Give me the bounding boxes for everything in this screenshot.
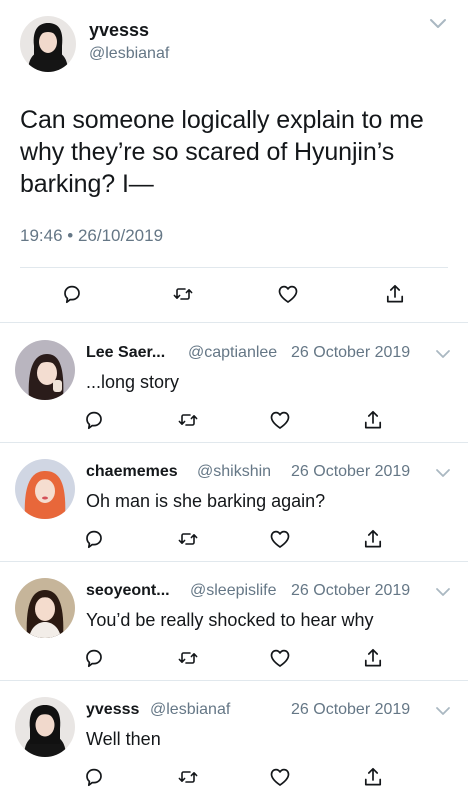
chevron-down-icon[interactable] [435, 704, 451, 716]
chevron-down-icon[interactable] [435, 585, 451, 597]
avatar-photo [15, 578, 75, 638]
author-handle[interactable]: @lesbianaf [89, 45, 169, 63]
reply-icon[interactable] [82, 408, 106, 432]
reply-date[interactable]: 26 October 2019 [291, 582, 410, 600]
share-icon[interactable] [361, 408, 385, 432]
tweet-text: Can someone logically explain to me why … [20, 106, 424, 198]
avatar[interactable] [15, 578, 75, 638]
avatar[interactable] [15, 459, 75, 519]
reply-tweet[interactable]: chaememes @shikshin 26 October 2019 Oh m… [0, 443, 468, 562]
chevron-down-icon[interactable] [428, 16, 448, 32]
like-icon[interactable] [268, 527, 292, 551]
reply-icon[interactable] [82, 646, 106, 670]
avatar-photo [15, 340, 75, 400]
chevron-down-icon[interactable] [435, 347, 451, 359]
reply-author-name[interactable]: Lee Saer... [86, 344, 165, 362]
chevron-down-icon[interactable] [435, 466, 451, 478]
reply-author-handle[interactable]: @sleepislife [190, 582, 277, 600]
like-icon[interactable] [268, 765, 292, 789]
retweet-icon[interactable] [171, 282, 195, 306]
reply-date[interactable]: 26 October 2019 [291, 701, 410, 719]
tweet-actions [0, 280, 468, 310]
like-icon[interactable] [276, 282, 300, 306]
reply-author-handle[interactable]: @shikshin [197, 463, 271, 481]
share-icon[interactable] [361, 527, 385, 551]
avatar-photo [15, 697, 75, 757]
reply-text: Well then [86, 729, 161, 749]
reply-actions [0, 527, 468, 553]
retweet-icon[interactable] [176, 408, 200, 432]
reply-author-name[interactable]: seoyeont... [86, 582, 170, 600]
retweet-icon[interactable] [176, 527, 200, 551]
reply-icon[interactable] [82, 527, 106, 551]
reply-header: Lee Saer... @captianlee 26 October 2019 [86, 344, 456, 364]
share-icon[interactable] [361, 765, 385, 789]
tweet-timestamp[interactable]: 19:46 • 26/10/2019 [20, 226, 163, 246]
reply-author-name[interactable]: yvesss [86, 701, 139, 719]
reply-date[interactable]: 26 October 2019 [291, 463, 410, 481]
author-name[interactable]: yvesss [89, 20, 149, 41]
like-icon[interactable] [268, 646, 292, 670]
reply-author-handle[interactable]: @lesbianaf [150, 701, 230, 719]
reply-actions [0, 646, 468, 672]
share-icon[interactable] [383, 282, 407, 306]
divider [20, 267, 448, 268]
reply-text: You’d be really shocked to hear why [86, 610, 374, 630]
reply-text: Oh man is she barking again? [86, 491, 326, 511]
share-icon[interactable] [361, 646, 385, 670]
reply-icon[interactable] [82, 765, 106, 789]
avatar-photo [20, 16, 76, 72]
retweet-icon[interactable] [176, 765, 200, 789]
like-icon[interactable] [268, 408, 292, 432]
retweet-icon[interactable] [176, 646, 200, 670]
reply-author-name[interactable]: chaememes [86, 463, 178, 481]
main-tweet: yvesss @lesbianaf Can someone logically … [0, 0, 468, 323]
avatar[interactable] [15, 697, 75, 757]
avatar-photo [15, 459, 75, 519]
reply-tweet[interactable]: seoyeont... @sleepislife 26 October 2019… [0, 562, 468, 681]
reply-text: ...long story [86, 372, 180, 392]
avatar[interactable] [15, 340, 75, 400]
reply-icon[interactable] [60, 282, 84, 306]
reply-actions [0, 765, 468, 791]
reply-header: chaememes @shikshin 26 October 2019 [86, 463, 456, 483]
reply-date[interactable]: 26 October 2019 [291, 344, 410, 362]
reply-author-handle[interactable]: @captianlee [188, 344, 277, 362]
reply-tweet[interactable]: Lee Saer... @captianlee 26 October 2019 … [0, 324, 468, 443]
reply-header: yvesss @lesbianaf 26 October 2019 [86, 701, 456, 721]
reply-tweet[interactable]: yvesss @lesbianaf 26 October 2019 Well t… [0, 681, 468, 800]
reply-actions [0, 408, 468, 434]
avatar[interactable] [20, 16, 76, 72]
reply-header: seoyeont... @sleepislife 26 October 2019 [86, 582, 456, 602]
